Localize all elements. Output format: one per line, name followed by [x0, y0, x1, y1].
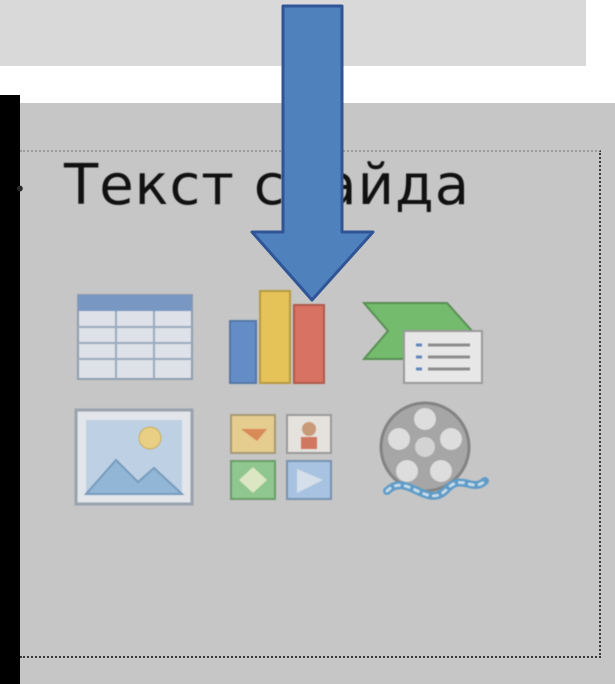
- bullet-marker: •: [14, 177, 26, 201]
- content-icon-group: [72, 283, 502, 523]
- insert-smartart-icon[interactable]: [361, 293, 492, 403]
- insert-table-icon[interactable]: [72, 293, 202, 403]
- insert-picture-icon[interactable]: [72, 408, 202, 518]
- screenshot-stage: • Текст слайда: [0, 0, 615, 684]
- down-arrow-icon: [250, 0, 380, 310]
- insert-media-icon[interactable]: [367, 401, 497, 511]
- insert-clipart-icon[interactable]: [227, 411, 357, 521]
